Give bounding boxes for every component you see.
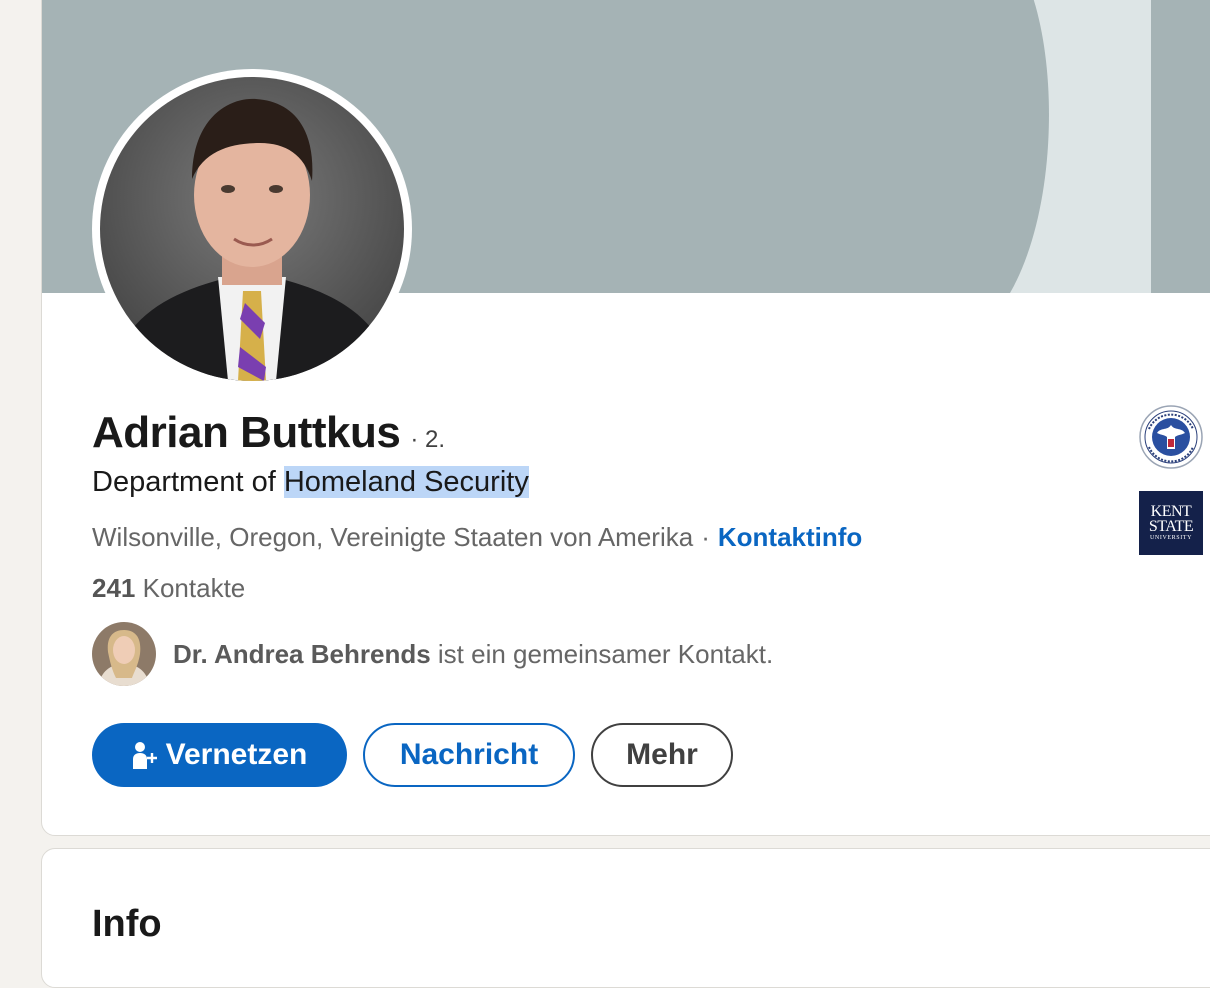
location-row: Wilsonville, Oregon, Vereinigte Staaten … <box>92 522 862 553</box>
profile-headline: Department of Homeland Security <box>92 466 529 499</box>
mutual-connection-suffix: ist ein gemeinsamer Kontakt. <box>437 638 774 669</box>
add-person-icon <box>132 741 158 769</box>
connections-count: 241 <box>92 573 136 603</box>
education-logo-line3: UNIVERSITY <box>1150 535 1192 541</box>
contact-info-link[interactable]: Kontaktinfo <box>718 522 862 552</box>
connections-count-row[interactable]: 241 Kontakte <box>92 573 245 604</box>
message-button-label: Nachricht <box>399 738 539 771</box>
profile-name-row: Adrian Buttkus · 2. <box>92 408 445 458</box>
mutual-connection-row[interactable]: Dr. Andrea Behrends ist ein gemeinsamer … <box>92 622 773 686</box>
more-button-label: Mehr <box>626 738 698 771</box>
profile-actions: Vernetzen Nachricht Mehr <box>92 723 733 787</box>
info-section-title: Info <box>92 903 162 945</box>
connections-label: Kontakte <box>142 573 246 603</box>
education-logo[interactable]: KENT STATE UNIVERSITY <box>1139 491 1203 555</box>
mutual-connection-name[interactable]: Dr. Andrea Behrends <box>173 639 431 669</box>
current-company-logo[interactable] <box>1139 405 1203 469</box>
profile-photo[interactable] <box>92 69 412 389</box>
connection-degree: · 2. <box>410 426 446 453</box>
headline-selected-text: Homeland Security <box>283 466 529 498</box>
profile-card: Adrian Buttkus · 2. Department of Homela… <box>41 0 1210 836</box>
connect-button[interactable]: Vernetzen <box>92 723 347 787</box>
profile-photo-image <box>100 77 404 381</box>
connect-button-label: Vernetzen <box>165 738 308 771</box>
education-logo-line1: KENT <box>1150 503 1192 520</box>
info-card: Info <box>41 848 1210 988</box>
message-button[interactable]: Nachricht <box>363 723 575 787</box>
education-logo-line2: STATE <box>1148 518 1194 535</box>
dhs-seal-icon <box>1139 405 1203 469</box>
profile-location: Wilsonville, Oregon, Vereinigte Staaten … <box>92 522 694 552</box>
headline-prefix: Department of <box>92 466 284 498</box>
more-button[interactable]: Mehr <box>591 723 733 787</box>
mutual-connection-avatar[interactable] <box>92 622 156 686</box>
mutual-connection-text: Dr. Andrea Behrends ist ein gemeinsamer … <box>173 639 773 670</box>
profile-name: Adrian Buttkus <box>92 408 401 457</box>
location-separator: · <box>701 522 710 552</box>
